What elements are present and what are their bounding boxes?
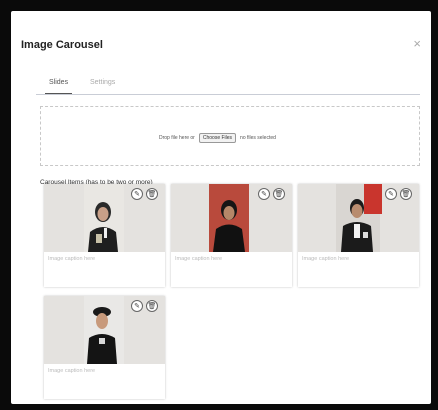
image-carousel-dialog: Image Carousel × Slides Settings Drop fi… (11, 11, 431, 404)
carousel-item-card: ✎ 🗑 Image caption here (171, 184, 292, 287)
edit-icon[interactable]: ✎ (385, 188, 397, 200)
carousel-item-card: ✎ 🗑 Image caption here (44, 184, 165, 287)
tab-settings[interactable]: Settings (90, 79, 115, 86)
trash-icon[interactable]: 🗑 (146, 188, 158, 200)
tab-bar: Slides Settings (36, 76, 420, 95)
trash-icon[interactable]: 🗑 (273, 188, 285, 200)
caption-input[interactable]: Image caption here (302, 256, 349, 262)
file-dropzone[interactable]: Drop file here or Choose Files no files … (40, 106, 420, 166)
dropzone-row: Drop file here or Choose Files no files … (159, 133, 276, 143)
caption-input[interactable]: Image caption here (48, 256, 95, 262)
caption-input[interactable]: Image caption here (48, 368, 95, 374)
carousel-item-card: ✎ 🗑 Image caption here (44, 296, 165, 399)
trash-icon[interactable]: 🗑 (400, 188, 412, 200)
caption-input[interactable]: Image caption here (175, 256, 222, 262)
edit-icon[interactable]: ✎ (131, 188, 143, 200)
trash-icon[interactable]: 🗑 (146, 300, 158, 312)
file-status-text: no files selected (240, 135, 276, 141)
choose-files-button[interactable]: Choose Files (198, 133, 237, 143)
dialog-title: Image Carousel (21, 39, 103, 51)
close-icon[interactable]: × (413, 37, 421, 50)
dropzone-text: Drop file here or (159, 135, 195, 141)
tab-slides[interactable]: Slides (44, 79, 73, 94)
edit-icon[interactable]: ✎ (258, 188, 270, 200)
edit-icon[interactable]: ✎ (131, 300, 143, 312)
carousel-item-card: ✎ 🗑 Image caption here (298, 184, 419, 287)
